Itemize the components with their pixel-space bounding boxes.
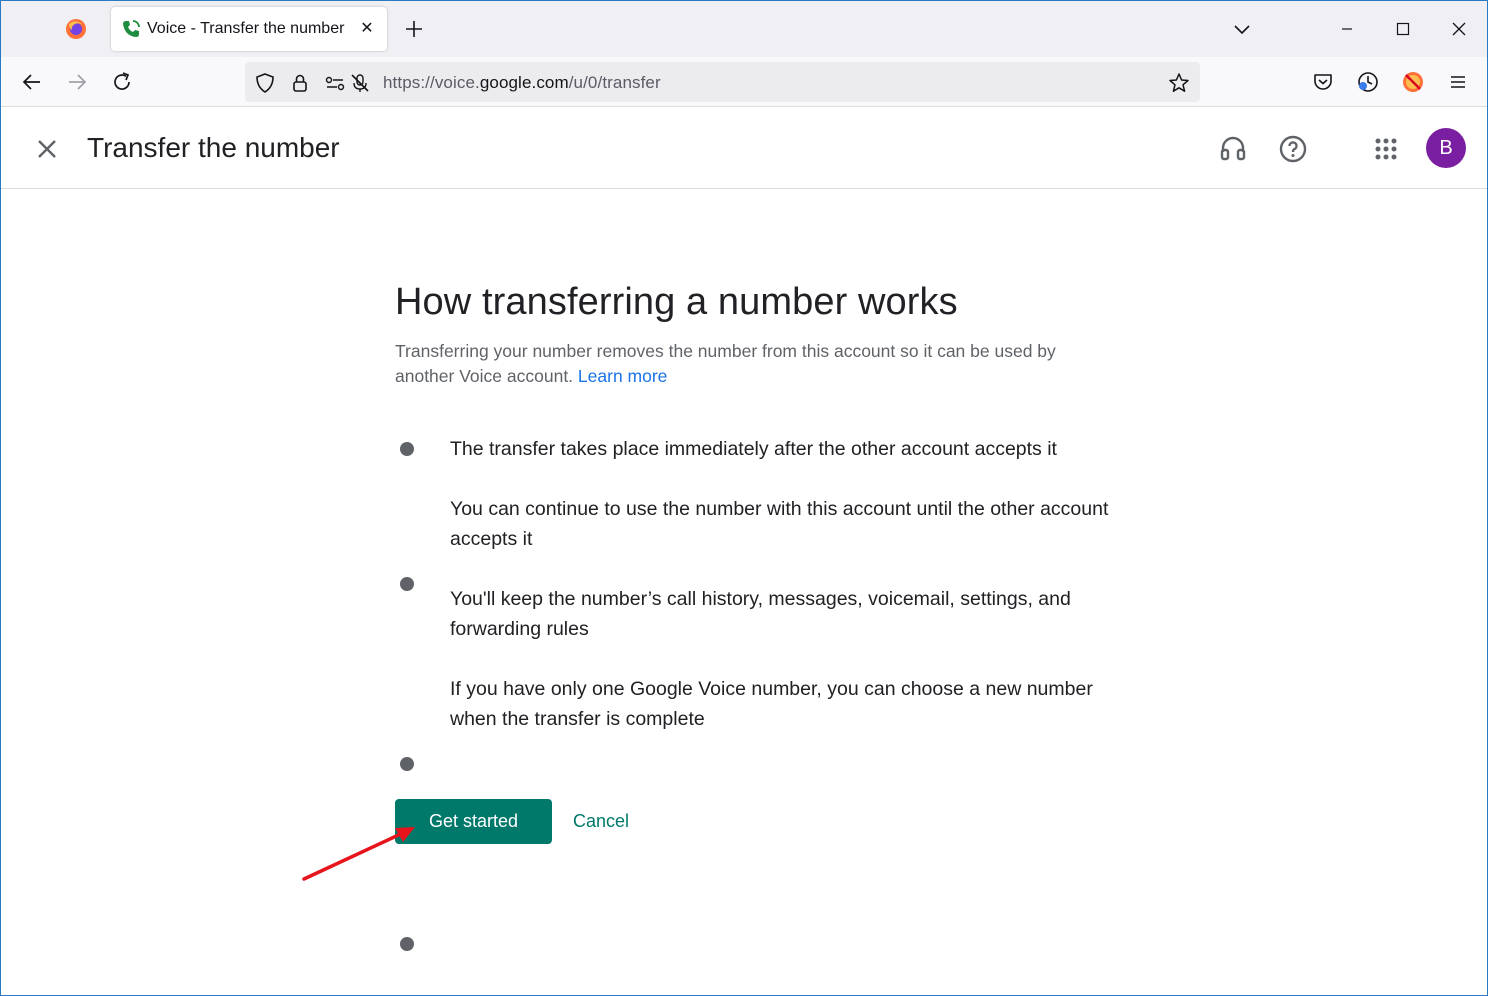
section-heading: How transferring a number works — [395, 281, 958, 323]
headset-support-icon[interactable] — [1218, 134, 1248, 164]
tab-close-icon[interactable]: ✕ — [357, 19, 377, 39]
bullet-text: The transfer takes place immediately aft… — [450, 438, 1057, 460]
menu-icon[interactable] — [1445, 69, 1471, 95]
bookmark-star-icon[interactable] — [1168, 72, 1190, 94]
forward-icon[interactable] — [64, 69, 90, 95]
close-icon[interactable] — [33, 135, 61, 163]
url-prefix: https://voice. — [383, 73, 480, 92]
blocked-extension-icon[interactable] — [1400, 69, 1426, 95]
phone-icon — [123, 20, 140, 37]
avatar[interactable]: B — [1426, 128, 1466, 168]
new-tab-icon[interactable] — [401, 16, 427, 42]
bullet-icon — [400, 577, 414, 591]
url-text[interactable]: https://voice.google.com/u/0/transfer — [383, 73, 661, 93]
app-header: Transfer the number B — [1, 108, 1487, 189]
extension-icon[interactable] — [1355, 69, 1381, 95]
tab-strip: Voice - Transfer the number ✕ — [1, 1, 1487, 57]
browser-window: Voice - Transfer the number ✕ https://vo… — [0, 0, 1488, 996]
bullet-text: If you have only one Google Voice number… — [450, 678, 1093, 730]
navigation-toolbar: https://voice.google.com/u/0/transfer — [1, 57, 1487, 107]
active-tab[interactable]: Voice - Transfer the number ✕ — [111, 7, 387, 51]
lock-icon[interactable] — [289, 72, 311, 94]
bullet-text: You'll keep the number’s call history, m… — [450, 588, 1071, 640]
bullet-icon — [400, 442, 414, 456]
learn-more-link[interactable]: Learn more — [578, 366, 668, 386]
tab-title: Voice - Transfer the number — [147, 20, 345, 37]
microphone-blocked-icon[interactable] — [349, 72, 371, 94]
description-text: Transferring your number removes the num… — [395, 341, 1056, 386]
close-window-icon[interactable] — [1446, 17, 1472, 41]
minimize-icon[interactable] — [1334, 17, 1360, 41]
section-description: Transferring your number removes the num… — [395, 339, 1095, 389]
url-host: google.com — [479, 73, 569, 92]
maximize-icon[interactable] — [1390, 17, 1416, 41]
help-icon[interactable] — [1278, 134, 1308, 164]
pocket-icon[interactable] — [1310, 69, 1336, 95]
tab-list-icon[interactable] — [1229, 17, 1255, 41]
bullet-icon — [400, 937, 414, 951]
bullet-text: You can continue to use the number with … — [450, 498, 1109, 550]
cancel-button[interactable]: Cancel — [573, 811, 629, 832]
annotation-arrow-icon — [302, 827, 415, 881]
tracking-shield-icon[interactable] — [254, 72, 276, 94]
url-path: /u/0/transfer — [568, 73, 661, 92]
permissions-icon[interactable] — [324, 72, 346, 94]
address-bar[interactable]: https://voice.google.com/u/0/transfer — [245, 62, 1200, 102]
back-icon[interactable] — [19, 69, 45, 95]
firefox-icon[interactable] — [65, 18, 87, 40]
apps-grid-icon[interactable] — [1371, 134, 1401, 164]
page-title: Transfer the number — [87, 132, 340, 163]
reload-icon[interactable] — [109, 69, 135, 95]
bullet-icon — [400, 757, 414, 771]
